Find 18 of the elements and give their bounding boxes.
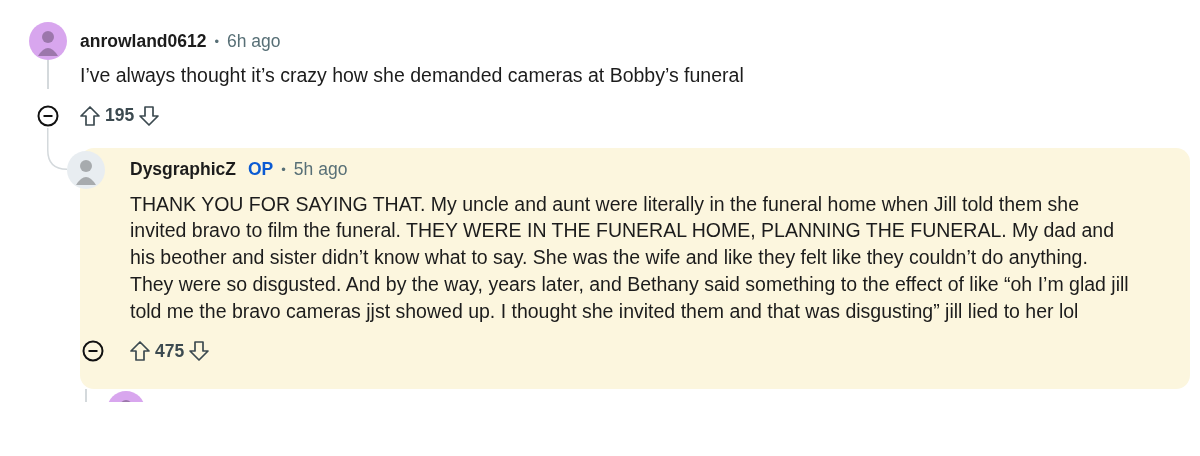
- comment-text: THANK YOU FOR SAYING THAT. My uncle and aunt were literally in the funeral home when Jill told them she invited bravo to film the funeral. THEY WERE IN THE FUNERAL HOME, PLANNING THE FUNERAL. My dad and his beother and sister didn’t know what to say. She was the wife and like they felt like they couldn’t do anything. They were so disgusted. And by the way, years later, and Bethany said something to the effect of like “oh I’m glad jill told me the bravo cameras jjst showed up. I thought she invited them and that was disgusting” jill lied to her lol: [130, 191, 1130, 324]
- downvote-icon[interactable]: [187, 339, 212, 364]
- separator-dot: •: [214, 33, 219, 49]
- timestamp: 5h ago: [293, 159, 348, 181]
- downvote-icon[interactable]: [137, 103, 162, 128]
- comment-text: I’ve always thought it’s crazy how she demanded cameras at Bobby’s funeral: [80, 63, 745, 88]
- separator-dot: •: [281, 162, 286, 178]
- collapse-icon[interactable]: [81, 340, 104, 363]
- vote-count: 195: [105, 105, 135, 127]
- timestamp: 6h ago: [227, 30, 281, 52]
- upvote-icon[interactable]: [78, 103, 102, 128]
- thread-connector: [47, 127, 67, 170]
- vote-count: 475: [155, 340, 185, 362]
- username[interactable]: anrowland0612: [80, 30, 207, 52]
- upvote-icon[interactable]: [128, 339, 152, 364]
- collapse-icon[interactable]: [37, 104, 59, 127]
- op-label: OP: [248, 159, 274, 181]
- username[interactable]: DysgraphicZ: [130, 159, 236, 181]
